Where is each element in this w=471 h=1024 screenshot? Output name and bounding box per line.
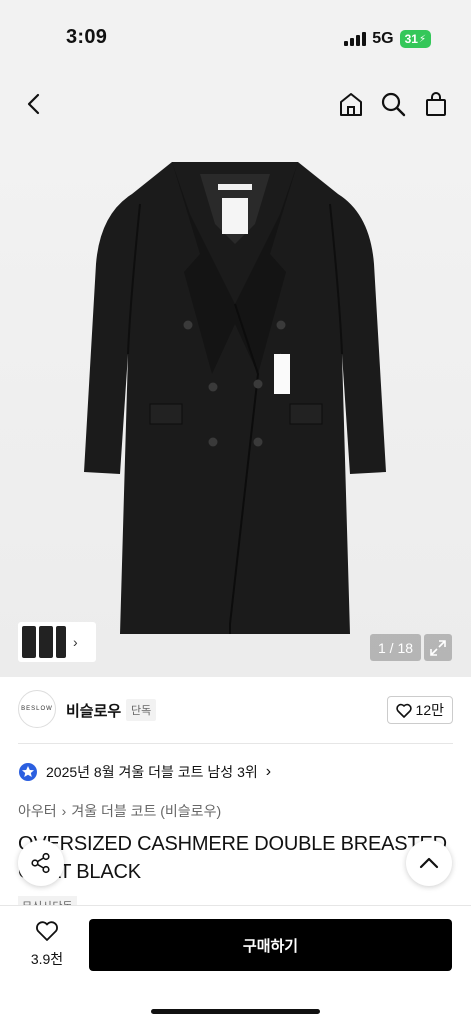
share-icon <box>31 852 50 874</box>
search-button[interactable] <box>377 88 409 120</box>
home-indicator <box>151 1009 320 1014</box>
breadcrumb: 아우터 › 겨울 더블 코트 (비슬로우) <box>18 801 221 821</box>
heart-icon <box>36 921 58 941</box>
divider <box>18 743 453 744</box>
hang-tag <box>274 354 290 394</box>
breadcrumb-subcategory[interactable]: 겨울 더블 코트 (비슬로우) <box>71 801 221 821</box>
exclusive-badge: 단독 <box>126 699 157 721</box>
network-type: 5G <box>372 30 394 47</box>
brand-logo[interactable]: BESLOW <box>18 690 56 728</box>
ranking-text: 2025년 8월 겨울 더블 코트 남성 3위 <box>46 764 258 780</box>
product-title: OVERSIZED CASHMERE DOUBLE BREASTED COAT … <box>18 833 447 883</box>
thumbnail-2[interactable] <box>39 626 53 658</box>
brand-like-count: 12만 <box>415 702 444 718</box>
expand-icon <box>430 639 446 656</box>
status-bar: 3:09 5G 31 ⚡ <box>0 0 471 72</box>
heart-icon <box>395 703 412 718</box>
image-pager: 1 / 18 <box>370 634 421 661</box>
brand-name[interactable]: 비슬로우 <box>66 700 121 721</box>
charging-icon: ⚡ <box>418 33 426 45</box>
home-icon <box>340 93 362 116</box>
neck-label <box>218 184 252 190</box>
home-button[interactable] <box>335 88 367 120</box>
top-nav <box>0 72 471 136</box>
battery-level: 31 <box>404 32 418 46</box>
rank-badge-icon <box>19 763 37 781</box>
scroll-top-button[interactable] <box>406 840 452 886</box>
brand-logo-text: BESLOW <box>21 706 53 712</box>
brand-like-button[interactable]: 12만 <box>386 696 453 724</box>
wishlist-button[interactable]: 3.9천 <box>26 920 68 969</box>
status-indicators: 5G 31 ⚡ <box>344 30 431 48</box>
buy-button[interactable]: 구매하기 <box>89 919 452 971</box>
battery-icon: 31 ⚡ <box>399 30 431 48</box>
breadcrumb-category[interactable]: 아우터 <box>18 801 57 821</box>
ranking-link[interactable]: 2025년 8월 겨울 더블 코트 남성 3위 › <box>18 762 271 782</box>
share-button[interactable] <box>18 840 64 886</box>
chevron-right-icon: › <box>73 634 78 650</box>
product-image <box>84 162 386 634</box>
chevron-right-icon: › <box>61 803 67 819</box>
chevron-left-icon <box>27 93 40 115</box>
thumbnail-1[interactable] <box>22 626 36 658</box>
thumbnail-strip[interactable]: › <box>18 622 96 662</box>
expand-button[interactable] <box>424 634 452 661</box>
chevron-up-icon <box>419 857 439 869</box>
cart-button[interactable] <box>420 88 452 120</box>
brand-row: BESLOW 비슬로우 단독 12만 <box>18 688 453 732</box>
shopping-bag-icon <box>426 92 446 116</box>
product-image-gallery[interactable]: › 1 / 18 <box>0 136 471 677</box>
thumbnail-3[interactable] <box>56 626 66 658</box>
chevron-right-icon: › <box>265 763 272 780</box>
bottom-action-bar: 3.9천 구매하기 <box>0 905 471 1024</box>
wishlist-count: 3.9천 <box>30 951 64 967</box>
signal-icon <box>344 32 367 46</box>
search-icon <box>381 92 406 117</box>
status-time: 3:09 <box>66 26 108 48</box>
back-button[interactable] <box>18 88 50 120</box>
care-label <box>222 198 248 234</box>
